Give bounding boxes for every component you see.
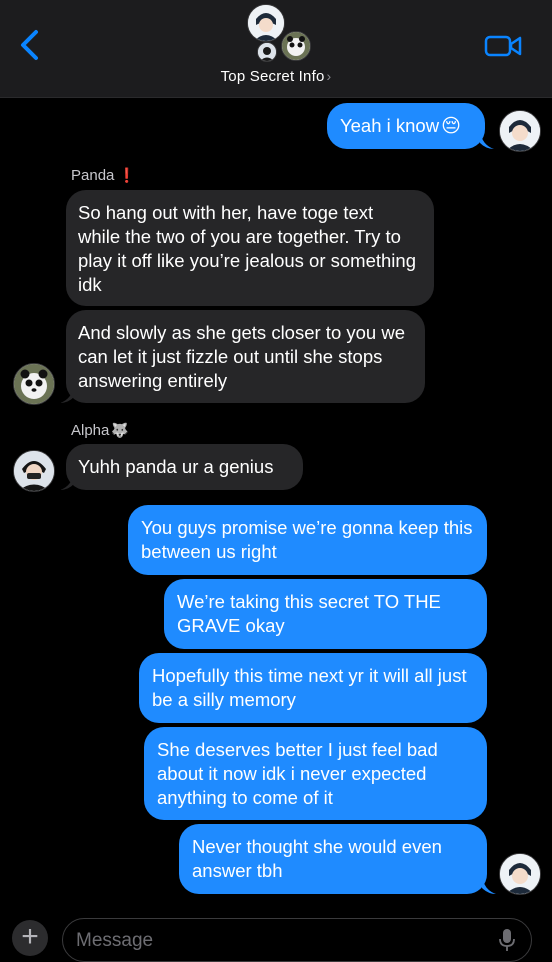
message-text: Never thought she would even answer tbh [192, 836, 442, 881]
message-bubble-incoming[interactable]: So hang out with her, have toge text whi… [66, 190, 434, 306]
message-bubble-outgoing[interactable]: Never thought she would even answer tbh [179, 824, 487, 894]
plus-button[interactable]: + [12, 920, 48, 956]
message-bubble-incoming[interactable]: Yuhh panda ur a genius [66, 444, 303, 490]
message-text: She deserves better I just feel bad abou… [157, 739, 438, 808]
wolf-emoji: 🐺 [111, 422, 129, 438]
message-text: Hopefully this time next yr it will all … [152, 665, 467, 710]
message-bubble-outgoing[interactable]: She deserves better I just feel bad abou… [144, 727, 487, 820]
message-text: Yuhh panda ur a genius [78, 456, 274, 477]
group-avatar-small [257, 42, 277, 62]
sender-name-panda: Panda ❗ [71, 167, 136, 184]
group-avatar-main[interactable] [247, 4, 285, 42]
exclamation-emoji: ❗ [118, 167, 136, 183]
bubble-tail [60, 472, 74, 490]
bubble-tail [480, 131, 494, 149]
message-text: And slowly as she gets closer to you we … [78, 322, 405, 391]
message-bubble-outgoing[interactable]: We’re taking this secret TO THE GRAVE ok… [164, 579, 487, 649]
message-bubble-incoming[interactable]: And slowly as she gets closer to you we … [66, 310, 425, 403]
group-title[interactable]: Top Secret Info › [0, 68, 552, 85]
avatar-self[interactable] [499, 110, 541, 152]
conversation-header: Top Secret Info › [0, 0, 552, 98]
microphone-icon[interactable] [499, 928, 515, 952]
group-avatar-panda [281, 31, 311, 61]
message-text: We’re taking this secret TO THE GRAVE ok… [177, 591, 441, 636]
message-text: Yeah i know [340, 115, 440, 136]
group-name: Top Secret Info [220, 68, 325, 85]
bubble-tail [482, 876, 496, 894]
bubble-tail [60, 385, 74, 403]
avatar-panda[interactable] [13, 363, 55, 405]
chevron-left-icon[interactable] [16, 28, 44, 62]
message-text: You guys promise we’re gonna keep this b… [141, 517, 473, 562]
message-composer: + Message [0, 908, 552, 962]
sender-name-alpha: Alpha 🐺 [71, 422, 129, 439]
message-bubble-outgoing[interactable]: Yeah i know 😔 [327, 103, 485, 149]
chevron-right-icon: › [326, 68, 332, 84]
message-placeholder: Message [76, 930, 154, 951]
message-text: So hang out with her, have toge text whi… [78, 202, 416, 295]
message-input[interactable]: Message [62, 918, 532, 962]
pensive-emoji: 😔 [441, 116, 461, 137]
avatar-alpha[interactable] [13, 450, 55, 492]
avatar-self[interactable] [499, 853, 541, 895]
message-bubble-outgoing[interactable]: Hopefully this time next yr it will all … [139, 653, 487, 723]
video-camera-icon[interactable] [484, 34, 522, 58]
message-bubble-outgoing[interactable]: You guys promise we’re gonna keep this b… [128, 505, 487, 575]
plus-icon: + [21, 920, 39, 953]
